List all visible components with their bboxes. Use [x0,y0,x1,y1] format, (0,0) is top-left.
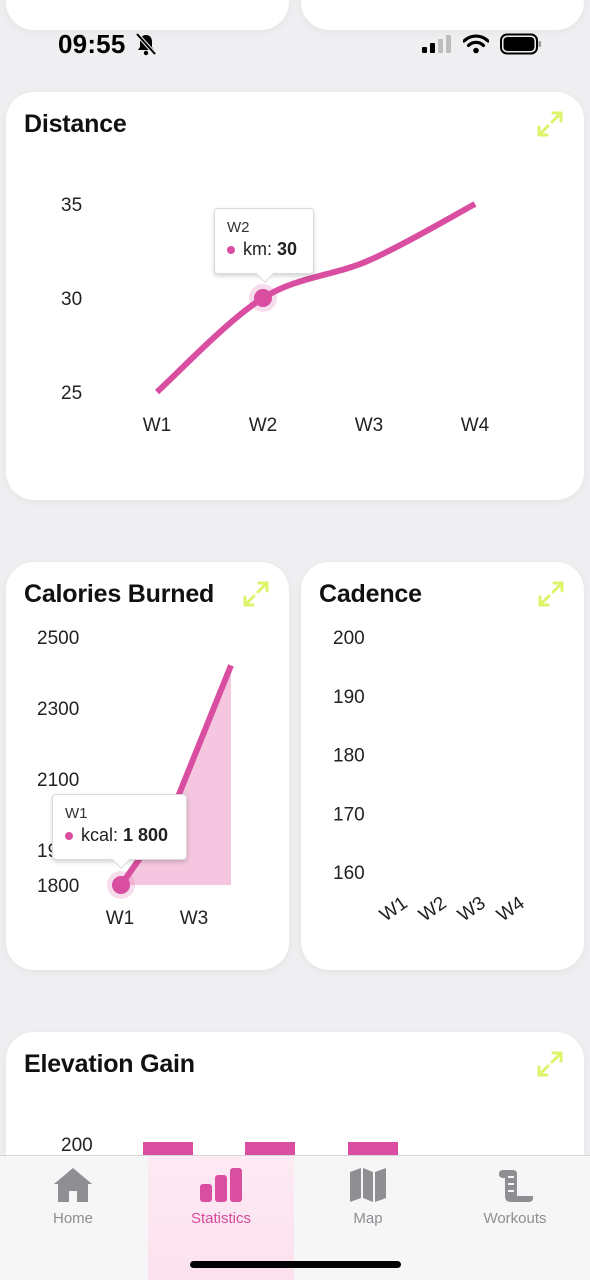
tooltip-dot [227,245,235,254]
tooltip-label: kcal: [81,825,119,845]
calories-card: Calories Burned 25002300210019001800W1W3… [6,562,289,970]
tooltip-row: kcal: 1 800 [65,825,174,846]
distance-card: Distance 35 30 25 W1 W2 W3 W4 W2 km: 30 [6,92,584,500]
x-tick-label: W1 [106,908,135,929]
y-tick-label: 30 [61,289,82,310]
y-tick-label: 2500 [37,628,79,649]
tooltip-row: km: 30 [227,239,301,260]
y-tick-label: 160 [333,863,365,884]
x-tick-label: W1 [143,415,172,436]
tab-home[interactable]: Home [0,1156,146,1256]
y-tick-label: 2100 [37,770,79,791]
tab-label: Statistics [190,1210,251,1227]
series-line-km [155,201,477,395]
y-tick-label: 1800 [37,876,79,897]
scroll-icon [499,1170,533,1202]
calories-chart: 25002300210019001800W1W3 [37,628,234,929]
tab-label: Workouts [483,1210,547,1227]
signal-icon [422,35,451,53]
active-point [254,289,272,307]
y-tick-label: 35 [61,195,82,216]
y-tick-label: 170 [333,804,365,825]
x-tick-label: W2 [415,893,450,927]
tooltip-value: 1 800 [123,825,169,845]
y-tick-label: 2300 [37,699,79,720]
tab-workouts[interactable]: Workouts [442,1156,588,1256]
y-tick-label: 190 [333,687,365,708]
battery-icon [500,33,541,55]
cadence-chart: 200 190 180 170 160 W1 W2 W3 W4 [333,628,529,927]
y-tick-label: 200 [61,1135,93,1156]
y-tick-label: 200 [333,628,365,649]
status-time: 09:55 [58,29,126,59]
x-tick-label: W1 [376,893,411,927]
calories-tooltip: W1 kcal: 1 800 [52,794,187,869]
x-tick-label: W3 [454,893,489,927]
distance-chart: 35 30 25 W1 W2 W3 W4 [61,195,490,436]
tab-label: Home [52,1210,93,1227]
distance-tooltip: W2 km: 30 [214,208,314,283]
tooltip-title: W1 [65,805,88,822]
bar-chart-icon [200,1168,242,1202]
x-tick-label: W3 [180,908,209,929]
tooltip-label: km: [243,239,272,259]
y-tick-label: 180 [333,746,365,767]
y-tick-label: 25 [61,383,82,404]
x-tick-label: W4 [461,415,490,436]
home-icon [54,1168,92,1202]
bell-slash-icon [135,32,157,56]
x-tick-label: W3 [355,415,384,436]
active-point [112,876,130,894]
tab-label: Map [353,1210,383,1227]
home-indicator [190,1261,401,1268]
wifi-icon [463,34,489,54]
x-tick-label: W4 [493,892,529,926]
tooltip-value: 30 [277,239,298,259]
status-bar: 09:55 [0,0,590,80]
tooltip-title: W2 [227,219,250,236]
map-icon [350,1168,386,1202]
x-tick-label: W2 [249,415,278,436]
tooltip-dot [65,831,73,840]
cadence-card: Cadence 200 190 180 170 160 W1 W2 W3 W4 [301,562,584,970]
tab-map[interactable]: Map [295,1156,441,1256]
tab-statistics[interactable]: Statistics [148,1156,294,1256]
